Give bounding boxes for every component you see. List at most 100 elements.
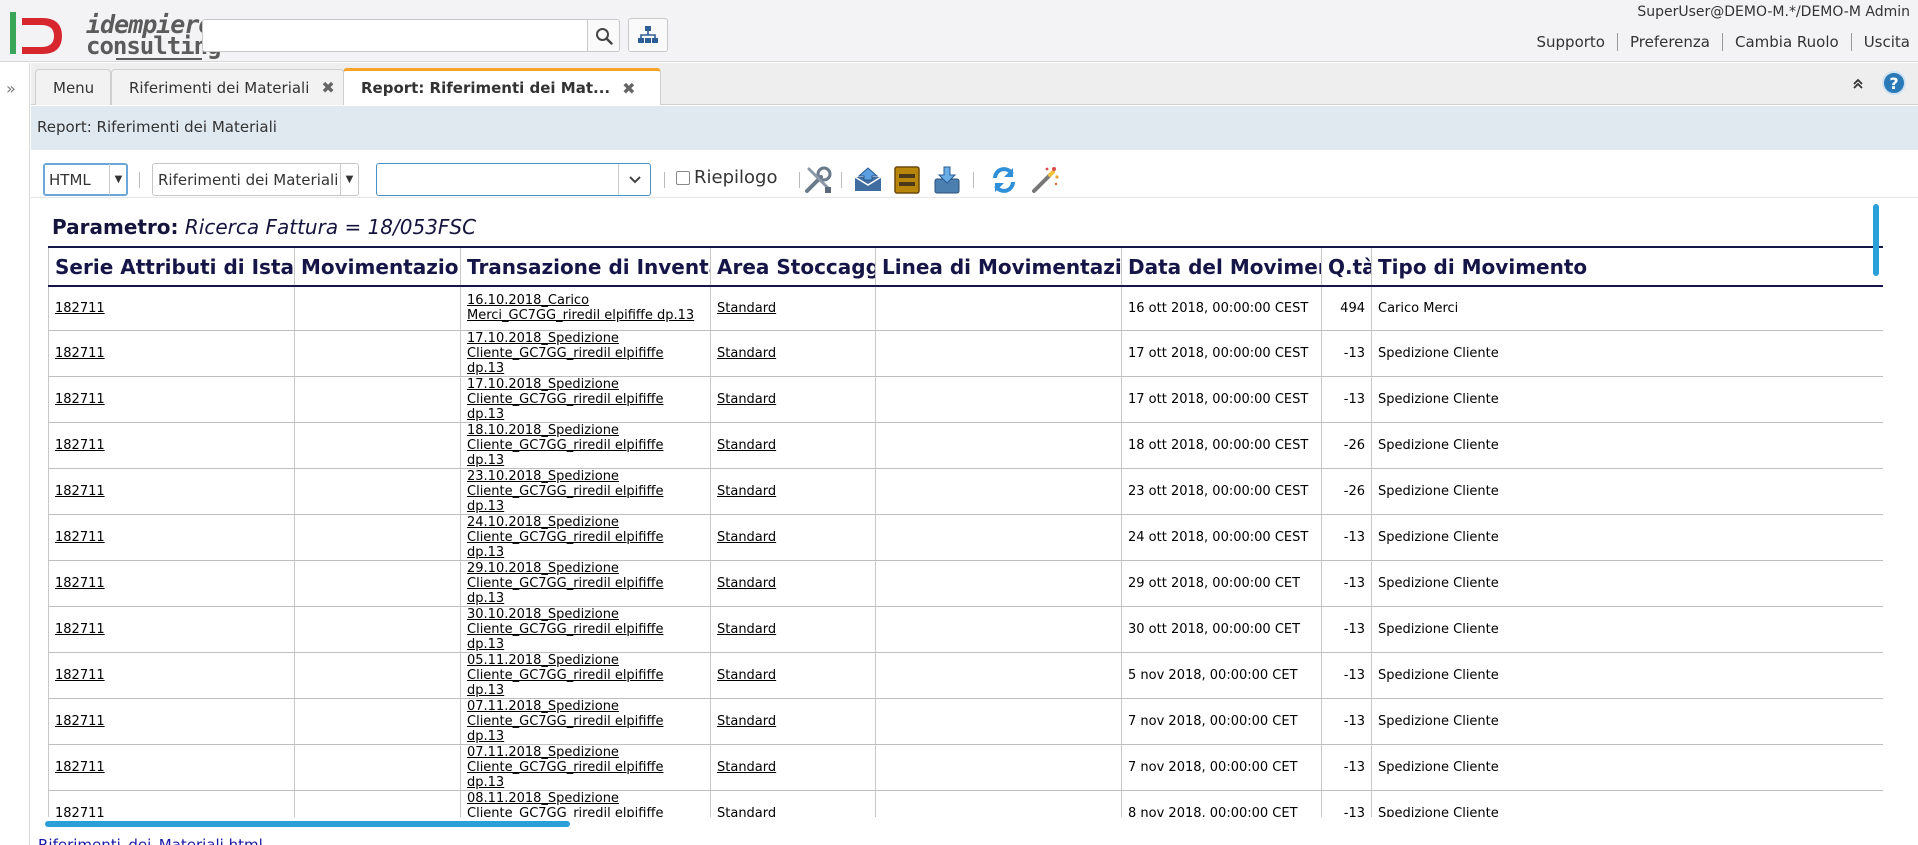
col-area-stoccaggio-link[interactable]: Standard xyxy=(717,392,776,407)
change-role-link[interactable]: Cambia Ruolo xyxy=(1723,33,1852,51)
col-area-stoccaggio-link[interactable]: Standard xyxy=(717,760,776,775)
table-row: 182711 16.10.2018_Carico Merci_GC7GG_rire… xyxy=(48,286,1883,331)
send-email-button[interactable] xyxy=(850,162,886,198)
col-transazione-cell: 05.11.2018_Spedizione Cliente_GC7GG_rire… xyxy=(460,652,711,699)
table-body: 182711 16.10.2018_Carico Merci_GC7GG_rire… xyxy=(48,286,1883,818)
col-area-stoccaggio-link[interactable]: Standard xyxy=(717,484,776,499)
archive-button[interactable] xyxy=(889,162,925,198)
tab-menu[interactable]: Menu xyxy=(35,69,111,105)
col-area-stoccaggio-link[interactable]: Standard xyxy=(717,668,776,683)
tab-riferimenti-materiali[interactable]: Riferimenti dei Materiali ✖ xyxy=(111,69,344,105)
col-serie-attributi-link[interactable]: 182711 xyxy=(55,668,105,683)
col-area-stoccaggio-link[interactable]: Standard xyxy=(717,714,776,729)
tab-label: Riferimenti dei Materiali xyxy=(129,78,310,97)
col-serie-attributi-link[interactable]: 182711 xyxy=(55,392,105,407)
chevron-down-icon[interactable] xyxy=(618,164,650,195)
col-quantita-cell: -13 xyxy=(1321,376,1372,423)
search-button[interactable] xyxy=(588,19,620,52)
export-icon xyxy=(934,166,960,194)
col-serie-attributi-link[interactable]: 182711 xyxy=(55,530,105,545)
col-transazione-link[interactable]: 18.10.2018_Spedizione Cliente_GC7GG_rire… xyxy=(467,423,663,468)
menu-tree-button[interactable] xyxy=(628,18,668,52)
window-title-band: Report: Riferimenti dei Materiali xyxy=(31,106,1918,150)
expand-panel-icon[interactable]: » xyxy=(6,79,16,98)
customize-button[interactable] xyxy=(800,162,836,198)
col-serie-attributi-link[interactable]: 182711 xyxy=(55,301,105,316)
support-link[interactable]: Supporto xyxy=(1525,33,1618,51)
col-transazione-cell: 18.10.2018_Spedizione Cliente_GC7GG_rire… xyxy=(460,422,711,469)
preferences-link[interactable]: Preferenza xyxy=(1618,33,1723,51)
col-transazione-link[interactable]: 29.10.2018_Spedizione Cliente_GC7GG_rire… xyxy=(467,561,663,606)
col-area-stoccaggio-link[interactable]: Standard xyxy=(717,346,776,361)
dropdown-arrow-icon[interactable]: ▼ xyxy=(340,164,358,195)
col-transazione-link[interactable]: 17.10.2018_Spedizione Cliente_GC7GG_rire… xyxy=(467,377,663,422)
col-linea-movimentazione-cell xyxy=(875,468,1122,515)
col-transazione-link[interactable]: 24.10.2018_Spedizione Cliente_GC7GG_rire… xyxy=(467,515,663,560)
col-serie-attributi-link[interactable]: 182711 xyxy=(55,806,105,818)
col-serie-attributi-link[interactable]: 182711 xyxy=(55,438,105,453)
print-format-combobox[interactable] xyxy=(376,163,651,196)
sitemap-icon xyxy=(638,26,658,43)
collapse-header-icon[interactable] xyxy=(1852,75,1864,94)
report-file-link[interactable]: Riferimenti_dei_Materiali.html xyxy=(38,836,263,845)
col-transazione-link[interactable]: 05.11.2018_Spedizione Cliente_GC7GG_rire… xyxy=(467,653,663,698)
horizontal-scrollbar[interactable] xyxy=(45,821,570,827)
vertical-scrollbar[interactable] xyxy=(1873,204,1879,276)
col-serie-attributi-link[interactable]: 182711 xyxy=(55,714,105,729)
help-icon[interactable]: ? xyxy=(1882,71,1906,95)
table-row: 182711 08.11.2018_Spedizione Cliente_GC7G… xyxy=(48,790,1883,818)
col-transazione-cell: 17.10.2018_Spedizione Cliente_GC7GG_rire… xyxy=(460,330,711,377)
col-serie-attributi-link[interactable]: 182711 xyxy=(55,760,105,775)
wizard-button[interactable] xyxy=(1027,162,1063,198)
col-linea-movimentazione-cell xyxy=(875,606,1122,653)
col-transazione-link[interactable]: 30.10.2018_Spedizione Cliente_GC7GG_rire… xyxy=(467,607,663,652)
col-area-stoccaggio-link[interactable]: Standard xyxy=(717,576,776,591)
col-transazione-link[interactable]: 07.11.2018_Spedizione Cliente_GC7GG_rire… xyxy=(467,699,663,744)
col-transazione-link[interactable]: 07.11.2018_Spedizione Cliente_GC7GG_rire… xyxy=(467,745,663,790)
summary-checkbox[interactable]: Riepilogo xyxy=(676,167,777,188)
col-movimentazione-cell xyxy=(294,514,461,561)
col-tipo-movimento-cell: Spedizione Cliente xyxy=(1371,514,1883,561)
col-area-stoccaggio-link[interactable]: Standard xyxy=(717,530,776,545)
col-area-stoccaggio-link[interactable]: Standard xyxy=(717,301,776,316)
output-format-select[interactable]: HTML ▼ xyxy=(43,163,128,196)
global-search-input[interactable] xyxy=(202,19,588,52)
table-row: 182711 23.10.2018_Spedizione Cliente_GC7G… xyxy=(48,468,1883,515)
company-logo[interactable]: idempiere consulting xyxy=(8,8,221,60)
col-quantita-cell: -13 xyxy=(1321,560,1372,607)
col-serie-attributi-link[interactable]: 182711 xyxy=(55,346,105,361)
col-tipo-movimento-header: Tipo di Movimento xyxy=(1371,246,1883,287)
col-transazione-link[interactable]: 08.11.2018_Spedizione Cliente_GC7GG_rire… xyxy=(467,791,663,818)
col-transazione-link[interactable]: 17.10.2018_Spedizione Cliente_GC7GG_rire… xyxy=(467,331,663,376)
tab-report-riferimenti[interactable]: Report: Riferimenti dei Mat... ✖ xyxy=(343,68,661,105)
col-area-stoccaggio-link[interactable]: Standard xyxy=(717,622,776,637)
report-view-select[interactable]: Riferimenti dei Materiali ▼ xyxy=(152,163,359,196)
col-serie-attributi-cell: 182711 xyxy=(48,330,295,377)
col-movimentazione-cell xyxy=(294,790,461,817)
dropdown-arrow-icon[interactable]: ▼ xyxy=(109,164,127,195)
col-transazione-cell: 07.11.2018_Spedizione Cliente_GC7GG_rire… xyxy=(460,744,711,791)
col-transazione-cell: 24.10.2018_Spedizione Cliente_GC7GG_rire… xyxy=(460,514,711,561)
col-area-stoccaggio-link[interactable]: Standard xyxy=(717,438,776,453)
col-data-movimento-cell: 7 nov 2018, 00:00:00 CET xyxy=(1121,744,1322,791)
col-serie-attributi-link[interactable]: 182711 xyxy=(55,484,105,499)
export-button[interactable] xyxy=(929,162,965,198)
close-tab-icon[interactable]: ✖ xyxy=(622,79,635,98)
report-toolbar: HTML ▼ Riferimenti dei Materiali ▼ Riepi… xyxy=(31,150,1918,198)
col-transazione-link[interactable]: 23.10.2018_Spedizione Cliente_GC7GG_rire… xyxy=(467,469,663,514)
col-area-stoccaggio-link[interactable]: Standard xyxy=(717,806,776,818)
parameter-label: Parametro: xyxy=(52,215,179,239)
toolbar-separator xyxy=(841,172,842,188)
col-serie-attributi-link[interactable]: 182711 xyxy=(55,622,105,637)
col-serie-attributi-cell: 182711 xyxy=(48,376,295,423)
col-serie-attributi-cell: 182711 xyxy=(48,560,295,607)
user-info[interactable]: SuperUser@DEMO-M.*/DEMO-M Admin xyxy=(1637,4,1910,20)
summary-checkbox-box[interactable] xyxy=(676,170,690,185)
table-row: 182711 24.10.2018_Spedizione Cliente_GC7G… xyxy=(48,514,1883,561)
logout-link[interactable]: Uscita xyxy=(1852,33,1916,51)
customize-icon xyxy=(805,166,832,193)
col-transazione-link[interactable]: 16.10.2018_Carico Merci_GC7GG_riredil el… xyxy=(467,293,694,323)
close-tab-icon[interactable]: ✖ xyxy=(321,78,334,97)
col-serie-attributi-link[interactable]: 182711 xyxy=(55,576,105,591)
refresh-button[interactable] xyxy=(986,162,1022,198)
